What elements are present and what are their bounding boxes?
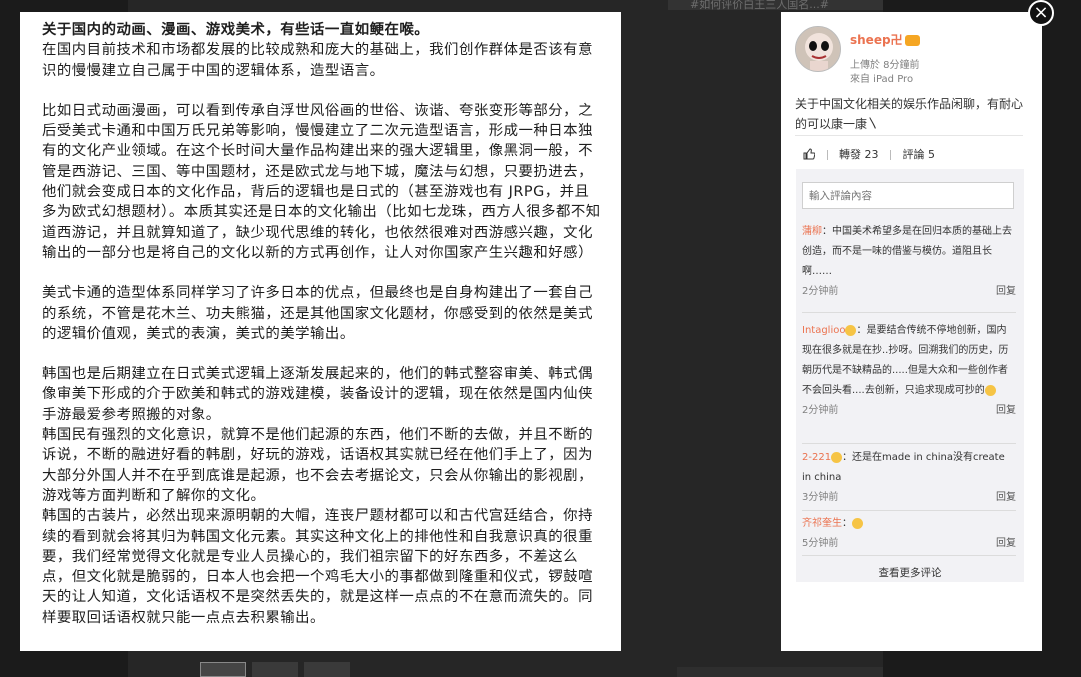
- smile-emoji-icon: [984, 384, 996, 396]
- comment-button[interactable]: 評論 5: [903, 148, 936, 161]
- article-paragraph: 韩国民有强烈的文化意识，就算不是他们起源的东西，他们不断的去做，并且不断的诉说，…: [42, 427, 593, 504]
- more-comments-link[interactable]: 查看更多评论: [796, 565, 1024, 580]
- reply-button[interactable]: 回复: [996, 488, 1016, 508]
- thumbnail-3[interactable]: [304, 662, 350, 677]
- thumbs-up-icon[interactable]: [803, 147, 816, 163]
- comment-time: 2分钟前: [802, 286, 839, 297]
- comment-section: 蒲柳：中国美术希望多是在回归本质的基础上去创造，而不是一味的借鉴与模仿。道阻且长…: [796, 169, 1024, 582]
- comment-divider: [802, 443, 1016, 444]
- comment-divider: [802, 555, 1016, 556]
- reply-button[interactable]: 回复: [996, 282, 1016, 302]
- image-viewer[interactable]: 关于国内的动画、漫画、游戏美术，有些话一直如鲠在喉。在国内目前技术和市场都发展的…: [20, 12, 621, 651]
- comment-item: 2-221 ：还是在made in china没有create in china …: [802, 448, 1016, 506]
- background-bottom-strip: [677, 667, 883, 677]
- divider: [795, 135, 1023, 136]
- comment-author[interactable]: 齐祁奎生: [802, 518, 842, 529]
- article-paragraph: 比如日式动画漫画，可以看到传承自浮世风俗画的世俗、诙谐、夸张变形等部分，之后受美…: [42, 102, 601, 261]
- comment-item: 齐祁奎生： 5分钟前 回复: [802, 514, 1016, 552]
- separator: [890, 150, 891, 160]
- thumbnail-2[interactable]: [252, 662, 298, 677]
- avatar[interactable]: [795, 26, 841, 72]
- username[interactable]: sheep卍: [850, 31, 920, 48]
- repost-button[interactable]: 轉發 23: [839, 148, 879, 161]
- comment-divider: [802, 312, 1016, 313]
- comment-item: 蒲柳：中国美术希望多是在回归本质的基础上去创造，而不是一味的借鉴与模仿。道阻且长…: [802, 222, 1016, 300]
- action-bar: 轉發 23 評論 5: [803, 146, 935, 163]
- comment-text: ：: [842, 518, 852, 529]
- article-paragraph: 关于国内的动画、漫画、游戏美术，有些话一直如鲠在喉。: [42, 22, 430, 38]
- comment-author[interactable]: 2-221: [802, 452, 831, 463]
- vip-badge-icon: [904, 35, 920, 46]
- close-icon[interactable]: ×: [1028, 0, 1054, 26]
- info-panel: sheep卍 上傳於 8分鐘前 來自 iPad Pro 关于中国文化相关的娱乐作…: [781, 12, 1042, 651]
- comment-divider: [802, 510, 1016, 511]
- article-paragraph: 美式卡通的造型体系同样学习了许多日本的优点，但最终也是自身构建出了一套自己的系统…: [42, 285, 593, 342]
- comment-time: 2分钟前: [802, 405, 839, 416]
- separator: [826, 150, 828, 160]
- comment-time: 5分钟前: [802, 538, 839, 549]
- comment-item: Intaglioo ：是要结合传统不停地创新，国内现在很多就是在抄..抄呀。回溯我…: [802, 321, 1016, 419]
- vip-badge-icon: [831, 451, 843, 463]
- vip-badge-icon: [845, 324, 857, 336]
- article-text: 关于国内的动画、漫画、游戏美术，有些话一直如鲠在喉。在国内目前技术和市场都发展的…: [42, 20, 602, 628]
- upload-time: 上傳於 8分鐘前: [850, 60, 920, 71]
- article-paragraph: 在国内目前技术和市场都发展的比较成熟和庞大的基础上，我们创作群体是否该有意识的慢…: [42, 42, 593, 79]
- background-hint-text: #如何评价白王三人国名...#: [690, 0, 829, 11]
- article-paragraph: 韩国的古装片，必然出现来源明朝的大帽，连丧尸题材都可以和古代宫廷结合，你持续的看…: [42, 508, 593, 626]
- reply-button[interactable]: 回复: [996, 534, 1016, 554]
- upload-source: 來自 iPad Pro: [850, 74, 914, 85]
- reply-button[interactable]: 回复: [996, 401, 1016, 421]
- comment-input[interactable]: [802, 182, 1014, 209]
- comment-author[interactable]: 蒲柳: [802, 226, 822, 237]
- article-paragraph: 韩国也是后期建立在日式美式逻辑上逐渐发展起来的，他们的韩式整容审美、韩式偶像审美…: [42, 366, 593, 423]
- post-caption: 关于中国文化相关的娱乐作品闲聊，有耐心的可以康一康〵: [795, 97, 1024, 131]
- thumbs-up-emoji-icon: [852, 517, 863, 529]
- comment-text: ：中国美术希望多是在回归本质的基础上去创造，而不是一味的借鉴与模仿。道阻且长啊……: [802, 226, 1012, 277]
- thumbnail-1[interactable]: [200, 662, 246, 677]
- comment-author[interactable]: Intaglioo: [802, 325, 845, 336]
- comment-time: 3分钟前: [802, 492, 839, 503]
